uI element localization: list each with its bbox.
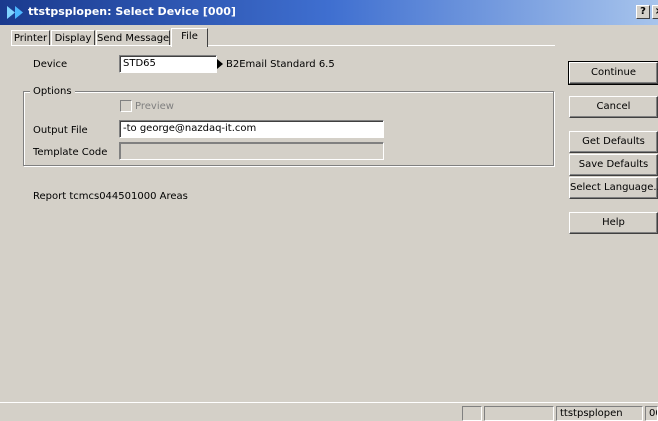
close-title-button[interactable]: × [652,5,658,19]
template-code-label: Template Code [33,147,108,158]
cancel-button[interactable]: Cancel [569,96,658,118]
tab-printer[interactable]: Printer [11,30,50,46]
help-title-button[interactable]: ? [636,5,650,19]
output-file-label: Output File [33,125,88,136]
save-defaults-button[interactable]: Save Defaults [569,154,658,176]
tab-file[interactable]: File [171,28,208,47]
preview-label: Preview [135,101,174,112]
double-arrow-icon [7,6,23,19]
continue-button[interactable]: Continue [568,61,658,85]
title-bar: ttstpsplopen: Select Device [000] ? × [0,0,658,25]
device-field[interactable]: STD65 [119,55,217,73]
tab-display[interactable]: Display [51,30,95,46]
status-bar: ttstpsplopen 00 [0,402,658,421]
template-code-field[interactable] [119,142,384,160]
get-defaults-button[interactable]: Get Defaults [569,131,658,153]
preview-checkbox[interactable] [120,100,132,112]
output-file-field[interactable]: -to george@nazdaq-it.com [119,120,384,138]
device-arrow-icon [217,59,223,69]
tab-send-message[interactable]: Send Message [96,30,170,46]
report-text: Report tcmcs044501000 Areas [33,191,188,202]
select-language-button[interactable]: Select Language... [569,177,658,199]
options-group-title: Options [30,86,75,97]
window-title: ttstpsplopen: Select Device [000] [28,5,236,18]
device-label: Device [33,59,68,70]
device-description: B2Email Standard 6.5 [226,59,335,70]
help-button[interactable]: Help [569,212,658,234]
